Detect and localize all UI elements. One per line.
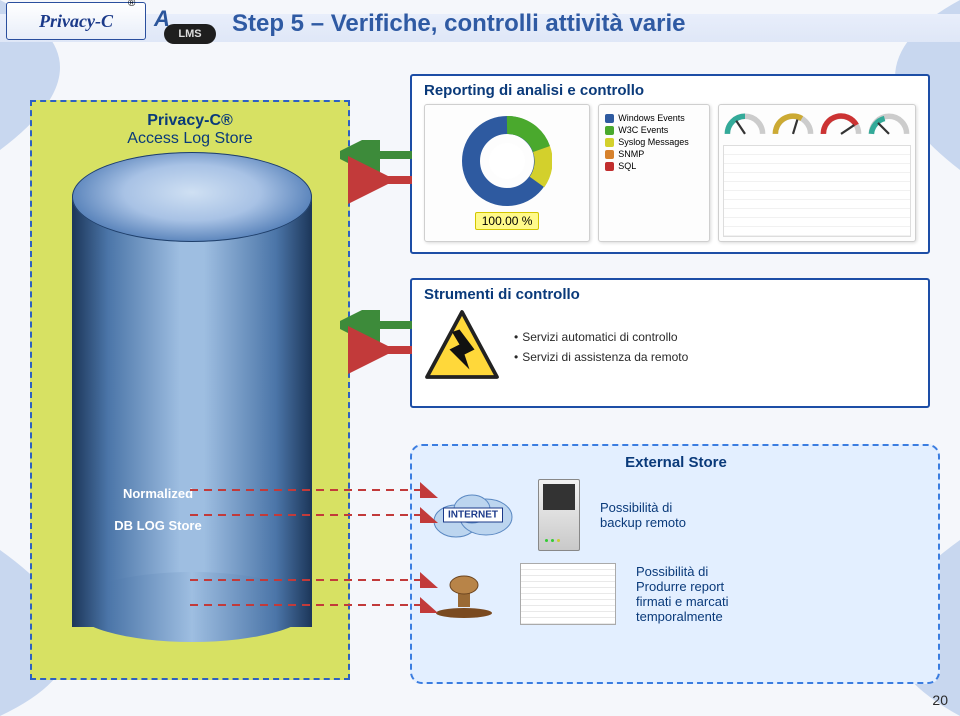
db-store-label: Privacy-C® Access Log Store xyxy=(32,112,348,148)
mini-table xyxy=(723,145,911,237)
dashboard-preview: 100.00 % Windows Events W3C Events Syslo… xyxy=(424,104,916,242)
gauge-icon xyxy=(819,109,863,139)
legend-item: Windows Events xyxy=(618,113,685,123)
gauge-icon xyxy=(723,109,767,139)
partner-logo-lms: LMS xyxy=(164,24,216,44)
report-document-icon xyxy=(520,563,616,625)
reporting-box: Reporting di analisi e controllo 100.00 … xyxy=(410,74,930,254)
legend-panel: Windows Events W3C Events Syslog Message… xyxy=(598,104,710,242)
page-number: 20 xyxy=(932,692,948,708)
legend-item: SQL xyxy=(618,161,636,171)
arrow-to-strumenti xyxy=(340,310,420,380)
donut-chart-icon xyxy=(462,116,552,206)
report-text: Possibilità di Produrre report firmati e… xyxy=(636,564,728,624)
strumenti-bullets: Servizi automatici di controllo Servizi … xyxy=(514,324,688,370)
server-icon xyxy=(538,479,580,551)
registered-mark: ® xyxy=(128,0,135,9)
gauge-icon xyxy=(867,109,911,139)
page-title: Step 5 – Verifiche, controlli attività v… xyxy=(232,10,686,38)
strumenti-box: Strumenti di controllo Servizi automatic… xyxy=(410,278,930,408)
reporting-title: Reporting di analisi e controllo xyxy=(412,76,928,103)
connector-to-external xyxy=(190,430,450,630)
gauge-table-panel xyxy=(718,104,916,242)
donut-percent: 100.00 % xyxy=(475,212,540,230)
bullet-item: Servizi automatici di controllo xyxy=(514,330,688,344)
external-title: External Store xyxy=(412,446,938,475)
donut-panel: 100.00 % xyxy=(424,104,590,242)
brand-logo: Privacy-C xyxy=(6,2,146,40)
strumenti-title: Strumenti di controllo xyxy=(412,280,928,307)
arrow-to-reporting xyxy=(340,140,420,210)
gauge-icon xyxy=(771,109,815,139)
warning-icon xyxy=(422,307,502,387)
external-store-box: External Store INTERNET Possibilità di b… xyxy=(410,444,940,684)
legend-item: W3C Events xyxy=(618,125,668,135)
legend-item: Syslog Messages xyxy=(618,137,689,147)
internet-label: INTERNET xyxy=(443,508,503,523)
bullet-item: Servizi di assistenza da remoto xyxy=(514,350,688,364)
backup-text: Possibilità di backup remoto xyxy=(600,500,686,530)
legend-item: SNMP xyxy=(618,149,644,159)
logo-block: Privacy-C ® A LMS xyxy=(6,2,226,52)
